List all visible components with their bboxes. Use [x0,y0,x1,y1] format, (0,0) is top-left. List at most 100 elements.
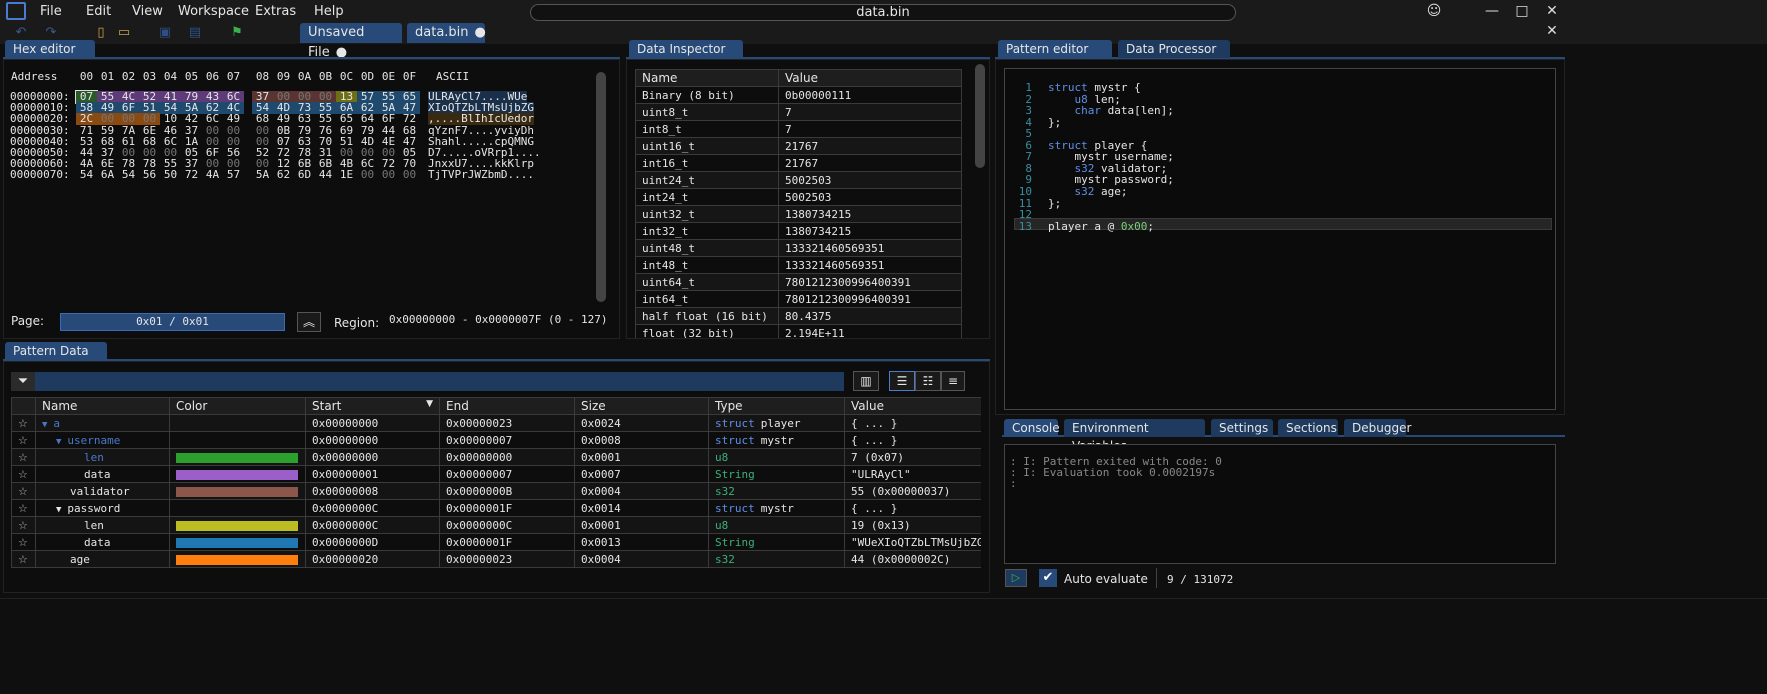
star-icon[interactable]: ☆ [18,502,28,515]
hex-scrollbar[interactable] [596,72,606,302]
menu-view[interactable]: View [132,4,163,19]
pattern-row[interactable]: ☆ validator 0x00000008 0x0000000B 0x0004 s32 5… [11,482,981,500]
star-icon[interactable]: ☆ [18,536,28,549]
star-icon[interactable]: ☆ [18,468,28,481]
pattern-row[interactable]: ☆ ▼ password 0x0000000C 0x0000001F 0x0014 stru… [11,499,981,517]
inspector-row[interactable]: int32_t 1380734215 [635,222,962,240]
hex-byte[interactable]: 62 [273,169,294,181]
star-icon[interactable]: ☆ [18,434,28,447]
expand-arrow-icon[interactable]: ▼ [56,437,61,447]
code-editor[interactable] [1004,68,1556,410]
hex-ascii[interactable]: TjTVPrJWZbmD.... [428,169,534,181]
col-color[interactable]: Color [169,397,306,415]
pattern-row[interactable]: ☆ ▼ username 0x00000000 0x00000007 0x0008 stru… [11,431,981,449]
inspector-row[interactable]: uint8_t 7 [635,103,962,121]
hex-byte[interactable]: 1E [336,169,357,181]
col-type[interactable]: Type [708,397,845,415]
tab-pattern-editor[interactable]: Pattern editor [998,40,1112,58]
tab-data-processor[interactable]: Data Processor [1118,40,1230,58]
save-icon[interactable]: ▣ [156,24,174,42]
pattern-row[interactable]: ☆ len 0x0000000C 0x0000000C 0x0001 u8 19 (0x13… [11,516,981,534]
inspector-row[interactable]: uint64_t 7801212300996400391 [635,273,962,291]
hex-byte[interactable]: 72 [181,169,202,181]
pattern-row[interactable]: ☆ age 0x00000020 0x00000023 0x0004 s32 44 (0x0… [11,550,981,568]
inspector-row[interactable]: half float (16 bit) 80.4375 [635,307,962,325]
page-input[interactable]: 0x01 / 0x01 [60,313,285,331]
hex-byte[interactable]: 54 [118,169,139,181]
col-size[interactable]: Size [574,397,709,415]
hex-byte[interactable]: 5A [252,169,273,181]
menu-workspace[interactable]: Workspace [178,4,249,19]
smiley-icon[interactable]: ☺ [1422,2,1446,20]
hex-byte[interactable]: 00 [378,169,399,181]
tab-data-inspector[interactable]: Data Inspector [629,40,743,58]
tab-debugger[interactable]: Debugger [1344,419,1411,437]
menu-extras[interactable]: Extras [255,4,296,19]
pattern-row[interactable]: ☆ data 0x00000001 0x00000007 0x0007 String "UL… [11,465,981,483]
inspector-row[interactable]: int16_t 21767 [635,154,962,172]
inspector-row[interactable]: Binary (8 bit) 0b00000111 [635,86,962,104]
tab-settings[interactable]: Settings [1211,419,1273,437]
tree-view-icon[interactable]: ☰ [889,371,915,391]
pattern-row[interactable]: ☆ data 0x0000000D 0x0000001F 0x0013 String "WU… [11,533,981,551]
inspector-row[interactable]: int64_t 7801212300996400391 [635,290,962,308]
file-tab-unsaved[interactable]: Unsaved File ● [300,23,402,60]
pattern-row[interactable]: ☆ ▼ a 0x00000000 0x00000023 0x0024 struct playe… [11,414,981,432]
tab-sections[interactable]: Sections [1278,419,1338,437]
flat-view-icon[interactable]: ≡ [941,371,965,391]
star-icon[interactable]: ☆ [18,417,28,430]
inspector-row[interactable]: int8_t 7 [635,120,962,138]
inspector-row[interactable]: uint48_t 133321460569351 [635,239,962,257]
star-icon[interactable]: ☆ [18,553,28,566]
play-icon[interactable]: ▷ [1005,569,1027,587]
col-value[interactable]: Value [844,397,981,415]
bookmark-icon[interactable]: ⚑ [228,24,246,42]
hex-byte[interactable]: 6D [294,169,315,181]
auto-evaluate-checkbox[interactable]: ✔ [1039,569,1057,587]
star-icon[interactable]: ☆ [18,519,28,532]
hex-byte[interactable]: 50 [160,169,181,181]
col-end[interactable]: End [439,397,575,415]
open-folder-icon[interactable]: ▭ [115,24,133,42]
pattern-row[interactable]: ☆ len 0x00000000 0x00000000 0x0001 u8 7 (0x07) [11,448,981,466]
tab-console[interactable]: Console [1004,419,1060,437]
maximize-button[interactable]: □ [1510,2,1534,20]
star-icon[interactable]: ☆ [18,451,28,464]
inspector-row[interactable]: int48_t 133321460569351 [635,256,962,274]
new-file-icon[interactable]: ▯ [92,24,110,42]
hex-byte[interactable]: 00 [399,169,420,181]
close-window-button[interactable]: ✕ [1540,2,1564,20]
chevron-up-icon[interactable]: ︽ [297,312,321,332]
expand-arrow-icon[interactable]: ▼ [42,420,47,430]
hex-byte[interactable]: 57 [223,169,244,181]
inspector-row[interactable]: int24_t 5002503 [635,188,962,206]
filter-input[interactable] [35,372,844,391]
minimize-button[interactable]: — [1480,2,1504,20]
file-tab-data-bin[interactable]: data.bin ● [407,23,486,43]
inspector-scrollbar[interactable] [975,64,985,168]
menu-help[interactable]: Help [314,4,344,19]
hex-byte[interactable]: 00 [357,169,378,181]
filter-icon[interactable]: ⏷ [11,372,35,391]
hex-byte[interactable]: 56 [139,169,160,181]
col-name[interactable]: Name [35,397,170,415]
tab-environment-variables[interactable]: Environment Variables [1064,419,1205,453]
auto-expand-icon[interactable]: ☷ [915,371,941,391]
hex-byte[interactable]: 6A [97,169,118,181]
hex-byte[interactable]: 44 [315,169,336,181]
inspector-row[interactable]: uint32_t 1380734215 [635,205,962,223]
save-as-icon[interactable]: ▤ [186,24,204,42]
hex-byte[interactable]: 54 [76,169,97,181]
close-tab-button[interactable]: ✕ [1540,22,1564,40]
col-start[interactable]: Start ▼ [305,397,440,415]
inspector-row[interactable]: uint16_t 21767 [635,137,962,155]
hex-byte[interactable]: 4A [202,169,223,181]
menu-edit[interactable]: Edit [86,4,111,19]
star-icon[interactable]: ☆ [18,485,28,498]
inspector-row[interactable]: float (32 bit) 2.194E+11 [635,324,962,338]
book-icon[interactable]: ▥ [853,371,879,391]
tab-pattern-data[interactable]: Pattern Data [5,342,107,360]
inspector-row[interactable]: uint24_t 5002503 [635,171,962,189]
expand-arrow-icon[interactable]: ▼ [56,505,61,515]
menu-file[interactable]: File [40,4,62,19]
